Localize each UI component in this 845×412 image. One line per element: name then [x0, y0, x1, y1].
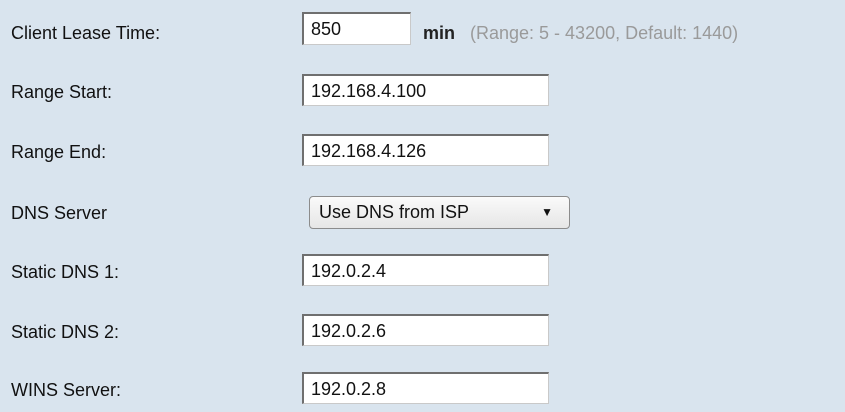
dhcp-settings-form: Client Lease Time: 850 min (Range: 5 - 4… — [0, 0, 845, 404]
range-start-row: Range Start: 192.168.4.100 — [0, 74, 845, 114]
static-dns2-row: Static DNS 2: 192.0.2.6 — [0, 314, 845, 354]
range-end-input[interactable]: 192.168.4.126 — [302, 134, 549, 166]
lease-time-hint: (Range: 5 - 43200, Default: 1440) — [470, 23, 739, 43]
static-dns1-input[interactable]: 192.0.2.4 — [302, 254, 549, 286]
wins-server-row: WINS Server: 192.0.2.8 — [0, 372, 845, 412]
static-dns2-input[interactable]: 192.0.2.6 — [302, 314, 549, 346]
static-dns2-label: Static DNS 2: — [11, 322, 120, 342]
dns-server-row: DNS Server Use DNS from ISP ▼ — [0, 194, 845, 234]
chevron-down-icon: ▼ — [541, 205, 553, 219]
lease-time-row: Client Lease Time: 850 min (Range: 5 - 4… — [0, 12, 845, 54]
dns-server-selected-value: Use DNS from ISP — [319, 202, 470, 222]
range-start-input[interactable]: 192.168.4.100 — [302, 74, 549, 106]
range-end-label: Range End: — [11, 142, 107, 162]
static-dns1-label: Static DNS 1: — [11, 262, 120, 282]
range-start-label: Range Start: — [11, 82, 113, 102]
lease-time-input[interactable]: 850 — [302, 12, 411, 45]
wins-server-label: WINS Server: — [11, 380, 122, 400]
lease-time-label: Client Lease Time: — [11, 23, 161, 43]
static-dns1-row: Static DNS 1: 192.0.2.4 — [0, 254, 845, 294]
dns-server-label: DNS Server — [11, 203, 108, 223]
range-end-row: Range End: 192.168.4.126 — [0, 134, 845, 174]
wins-server-input[interactable]: 192.0.2.8 — [302, 372, 549, 404]
lease-time-unit: min — [423, 23, 456, 43]
dns-server-select[interactable]: Use DNS from ISP ▼ — [309, 196, 570, 229]
